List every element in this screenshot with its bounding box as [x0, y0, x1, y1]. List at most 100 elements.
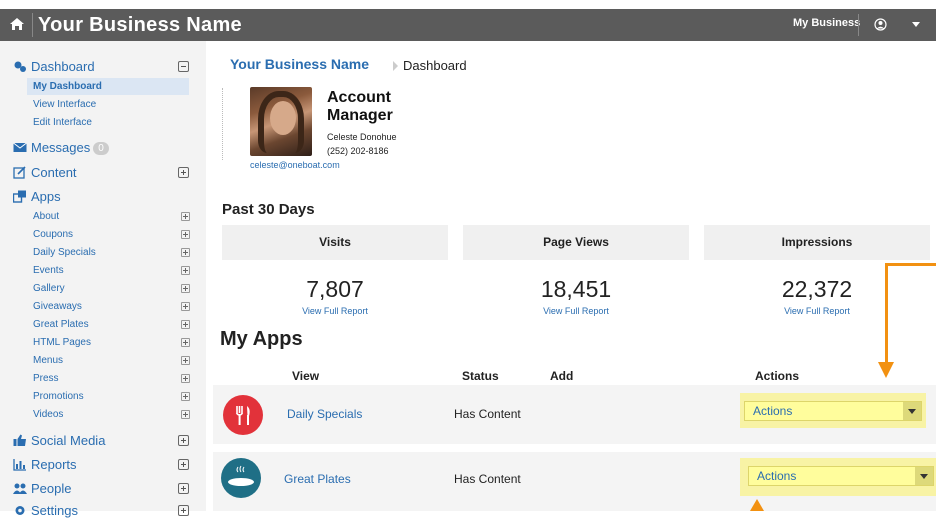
people-icon — [13, 483, 27, 494]
account-manager-title: Account Manager — [327, 89, 393, 124]
my-business-link[interactable]: My Business — [793, 17, 860, 29]
expand-icon[interactable] — [181, 356, 190, 365]
brand-separator — [32, 13, 33, 37]
top-strip — [0, 0, 936, 9]
sidebar-item-content[interactable]: Content — [13, 165, 77, 180]
expand-icon[interactable] — [178, 167, 189, 178]
edit-icon — [13, 166, 26, 179]
sidebar-app-promotions[interactable]: Promotions — [33, 391, 84, 402]
stat-impressions-header: Impressions — [704, 225, 930, 260]
sidebar-item-label: Social Media — [31, 433, 106, 448]
sidebar-item-view-interface[interactable]: View Interface — [33, 99, 96, 110]
annotation-arrow-line — [885, 263, 888, 363]
sidebar-app-coupons[interactable]: Coupons — [33, 229, 73, 240]
column-header-status: Status — [462, 369, 499, 383]
sidebar-app-daily-specials[interactable]: Daily Specials — [33, 247, 96, 258]
expand-icon[interactable] — [178, 435, 189, 446]
expand-icon[interactable] — [181, 392, 190, 401]
expand-icon[interactable] — [181, 302, 190, 311]
actions-dropdown[interactable]: Actions — [748, 466, 934, 486]
expand-icon[interactable] — [178, 483, 189, 494]
sidebar-item-label: Content — [31, 165, 77, 180]
sidebar-item-label: People — [31, 481, 72, 496]
page-views-report-link[interactable]: View Full Report — [463, 306, 689, 316]
actions-dropdown-value: Actions — [757, 469, 797, 483]
expand-icon[interactable] — [181, 212, 190, 221]
account-manager-photo — [250, 87, 312, 156]
sidebar-item-edit-interface[interactable]: Edit Interface — [33, 117, 92, 128]
sidebar-item-social-media[interactable]: Social Media — [13, 433, 105, 448]
user-menu-caret-icon[interactable] — [912, 22, 920, 27]
sidebar-app-gallery[interactable]: Gallery — [33, 283, 65, 294]
expand-icon[interactable] — [178, 459, 189, 470]
user-icon[interactable] — [874, 18, 887, 31]
sidebar-item-label: Dashboard — [31, 59, 95, 74]
sidebar-app-menus[interactable]: Menus — [33, 355, 63, 366]
breadcrumb-current-page: Dashboard — [403, 58, 467, 73]
plate-icon — [221, 458, 261, 498]
breadcrumb-business[interactable]: Your Business Name — [230, 56, 369, 72]
expand-icon[interactable] — [181, 410, 190, 419]
sidebar-item-people[interactable]: People — [13, 481, 71, 496]
annotation-arrow-icon — [878, 362, 894, 378]
impressions-report-link[interactable]: View Full Report — [704, 306, 930, 316]
my-apps-heading: My Apps — [220, 328, 303, 350]
expand-icon[interactable] — [181, 320, 190, 329]
stats-heading: Past 30 Days — [222, 201, 315, 218]
actions-dropdown[interactable]: Actions — [744, 401, 922, 421]
sidebar-item-label: Reports — [31, 457, 77, 472]
column-header-actions: Actions — [755, 369, 800, 383]
brand-title[interactable]: Your Business Name — [38, 14, 242, 37]
expand-icon[interactable] — [181, 338, 190, 347]
top-navbar: Your Business Name My Business — [0, 9, 936, 41]
visits-report-link[interactable]: View Full Report — [222, 306, 448, 316]
stat-visits-header: Visits — [222, 225, 448, 260]
navbar-separator — [858, 14, 859, 36]
annotation-arrow-line — [885, 263, 936, 266]
fork-knife-icon — [223, 395, 263, 435]
dropdown-arrow-icon[interactable] — [903, 402, 921, 420]
envelope-icon — [13, 142, 27, 152]
collapse-icon[interactable] — [178, 61, 189, 72]
apps-icon — [13, 190, 26, 203]
app-name-link[interactable]: Daily Specials — [287, 407, 362, 421]
app-name-link[interactable]: Great Plates — [284, 472, 351, 486]
app-status: Has Content — [454, 472, 521, 486]
sidebar-item-label: Messages — [31, 140, 91, 155]
stat-visits-value: 7,807 — [306, 276, 364, 302]
sidebar-app-html-pages[interactable]: HTML Pages — [33, 337, 91, 348]
account-manager-phone: (252) 202-8186 — [327, 146, 389, 156]
sidebar-item-apps[interactable]: Apps — [13, 189, 61, 204]
sidebar-app-about[interactable]: About — [33, 211, 59, 222]
actions-dropdown-value: Actions — [753, 404, 793, 418]
breadcrumb-arrow-icon — [393, 61, 398, 71]
sidebar-app-videos[interactable]: Videos — [33, 409, 63, 420]
sidebar-app-press[interactable]: Press — [33, 373, 59, 384]
sidebar-app-great-plates[interactable]: Great Plates — [33, 319, 89, 330]
expand-icon[interactable] — [181, 284, 190, 293]
sidebar-app-giveaways[interactable]: Giveaways — [33, 301, 82, 312]
account-manager-email[interactable]: celeste@oneboat.com — [250, 160, 340, 170]
sidebar-item-messages[interactable]: Messages 0 — [13, 140, 109, 155]
bar-chart-icon — [13, 459, 26, 471]
account-manager-name: Celeste Donohue — [327, 132, 397, 142]
sidebar-item-dashboard[interactable]: Dashboard — [13, 59, 95, 74]
home-icon[interactable] — [9, 16, 25, 32]
app-status: Has Content — [454, 407, 521, 421]
sidebar-item-reports[interactable]: Reports — [13, 457, 77, 472]
dropdown-arrow-icon[interactable] — [915, 467, 933, 485]
expand-icon[interactable] — [181, 230, 190, 239]
sidebar-item-my-dashboard[interactable]: My Dashboard — [33, 81, 102, 92]
stat-impressions-value: 22,372 — [781, 276, 853, 302]
column-header-add: Add — [550, 369, 574, 383]
sidebar-app-events[interactable]: Events — [33, 265, 64, 276]
expand-icon[interactable] — [181, 374, 190, 383]
dashboard-icon — [14, 61, 26, 72]
sidebar-item-label: Apps — [31, 189, 61, 204]
expand-icon[interactable] — [181, 266, 190, 275]
stat-page-views-header: Page Views — [463, 225, 689, 260]
card-divider — [222, 88, 224, 160]
thumbs-up-icon — [13, 434, 26, 446]
annotation-arrow-icon — [750, 499, 764, 511]
expand-icon[interactable] — [181, 248, 190, 257]
